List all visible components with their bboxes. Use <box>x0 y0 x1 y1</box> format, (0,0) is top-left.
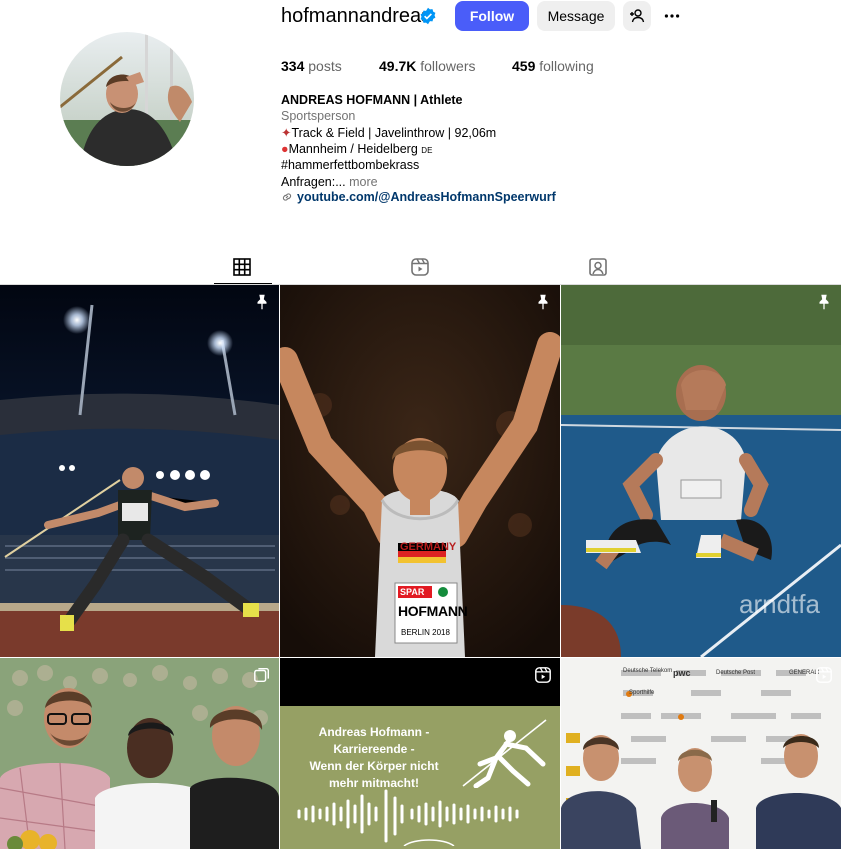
link-icon <box>282 193 292 201</box>
pinned-icon <box>538 294 548 310</box>
bib-sponsor-text: SPAR <box>400 587 425 597</box>
pin-emoji-icon: ● <box>281 142 289 156</box>
pinned-icon <box>257 294 267 310</box>
tab-reels[interactable] <box>400 252 440 282</box>
bio-category: Sportsperson <box>281 109 356 123</box>
reel-icon <box>816 667 832 683</box>
backdrop-sponsor-3: Deutsche Post <box>716 670 756 676</box>
reels-icon <box>411 258 429 276</box>
bio-hashtag[interactable]: #hammerfettbombekrass <box>281 157 419 173</box>
tab-tagged[interactable] <box>578 252 618 282</box>
follow-button[interactable]: Follow <box>455 1 529 31</box>
pinned-icon <box>819 294 829 310</box>
post-image-stadium-throw <box>0 285 279 657</box>
more-horizontal-icon <box>664 14 680 18</box>
backdrop-sponsor-1: Deutsche Telekom <box>623 668 673 674</box>
reel-icon <box>535 667 551 683</box>
javelin-thrower-icon <box>462 719 547 788</box>
bib-event-text: BERLIN 2018 <box>401 628 450 637</box>
shirt-text: GERMANY <box>400 541 457 553</box>
verified-badge-icon <box>420 7 436 25</box>
javelin-emoji-icon: ✦ <box>281 126 292 140</box>
post-tile-2[interactable]: SPAR HOFMANN BERLIN 2018 GERMANY <box>280 285 560 657</box>
bib-name-text: HOFMANN <box>398 603 468 619</box>
avatar-photo <box>60 32 194 166</box>
post-tile-6[interactable]: Deutsche Telekom pwc Deutsche Post Sport… <box>561 658 841 849</box>
profile-username: hofmannandreas <box>281 5 432 27</box>
bio-more-link[interactable]: more <box>349 175 377 189</box>
followers-count[interactable]: 49.7K followers <box>379 57 476 75</box>
add-user-icon <box>630 9 645 23</box>
flag-de-icon: DE <box>421 146 433 155</box>
post-tile-4[interactable] <box>0 658 279 849</box>
backdrop-sponsor-4: Sporthilfe <box>629 690 655 696</box>
message-button[interactable]: Message <box>537 1 615 31</box>
following-count[interactable]: 459 following <box>512 57 594 75</box>
more-options-button[interactable] <box>658 1 686 31</box>
tagged-icon <box>589 258 607 276</box>
watermark-text: arndtfa <box>739 589 820 619</box>
tab-posts[interactable] <box>222 252 262 282</box>
active-tab-indicator <box>214 283 272 284</box>
bio-line-contact: Anfragen:... more <box>281 175 378 189</box>
bio-name: ANDREAS HOFMANN | Athlete <box>281 93 463 107</box>
post-image-three-athletes <box>0 658 279 849</box>
posts-count: 334 posts <box>281 58 342 74</box>
bio-line-sport: ✦Track & Field | Javelinthrow | 92,06m <box>281 126 497 140</box>
post-image-celebration <box>280 285 560 657</box>
suggest-user-button[interactable] <box>623 1 651 31</box>
bio-external-link[interactable]: youtube.com/@AndreasHofmannSpeerwurf <box>281 189 556 205</box>
carousel-icon <box>254 667 270 683</box>
post-image-interview <box>561 658 841 849</box>
audio-waveform <box>297 789 519 846</box>
profile-avatar[interactable] <box>60 32 194 166</box>
backdrop-sponsor-2: pwc <box>673 668 691 678</box>
reel-overlay-text: Andreas Hofmann - Karriereende - Wenn de… <box>309 725 439 790</box>
post-tile-5[interactable]: Andreas Hofmann - Karriereende - Wenn de… <box>280 658 560 849</box>
post-tile-1[interactable] <box>0 285 279 657</box>
grid-icon <box>233 258 251 276</box>
post-tile-3[interactable]: arndtfa <box>561 285 841 657</box>
